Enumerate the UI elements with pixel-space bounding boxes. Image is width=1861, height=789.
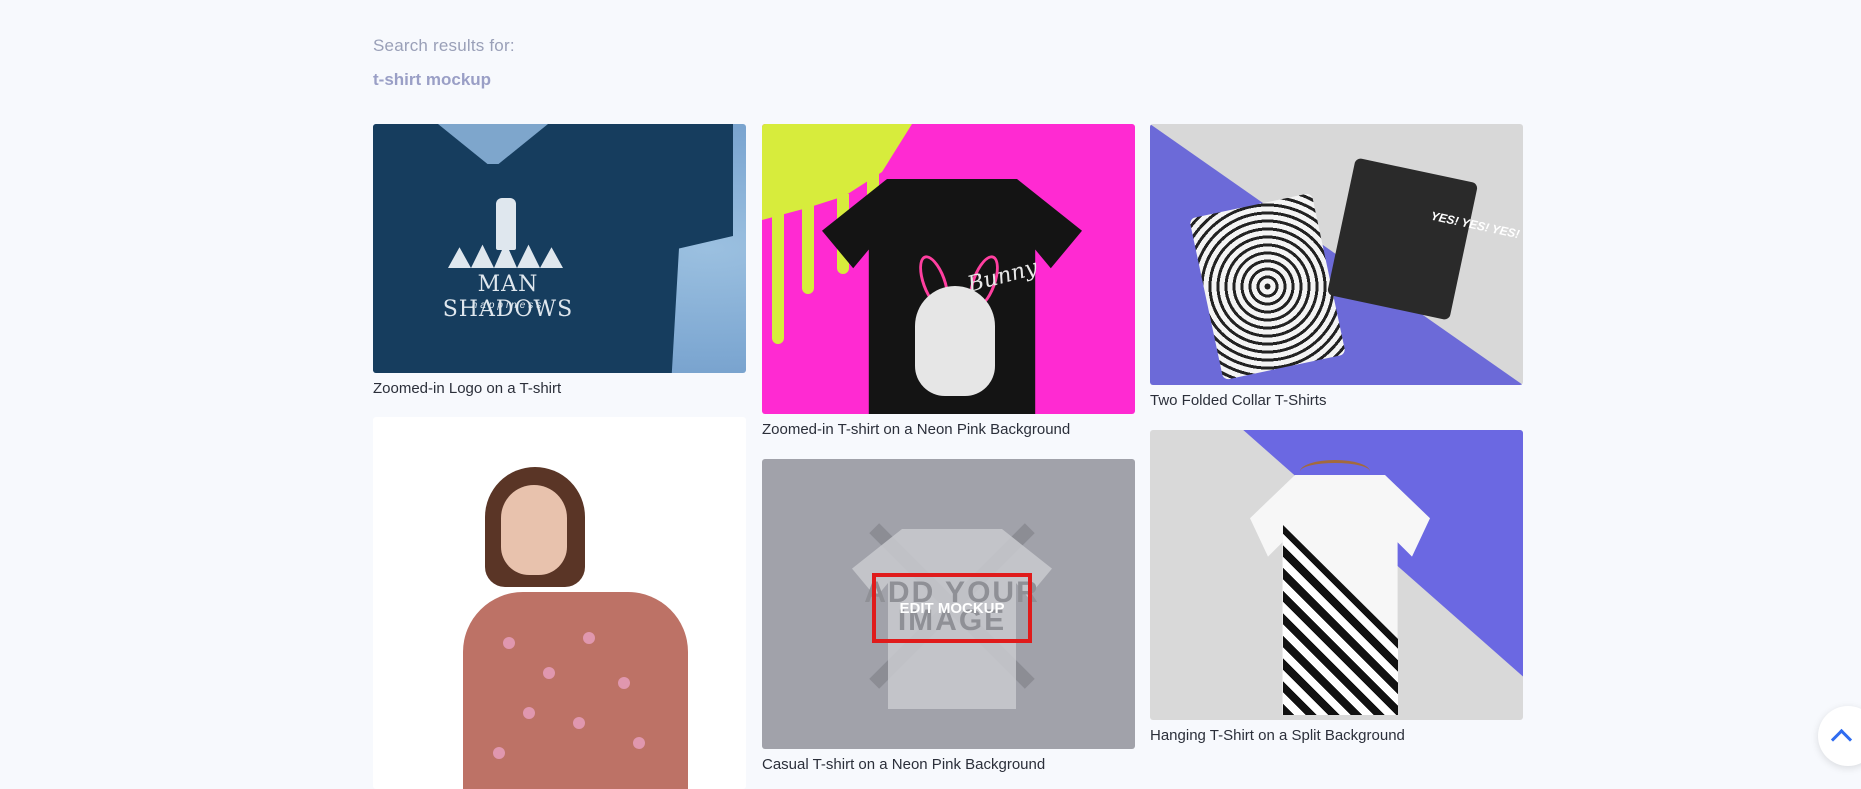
mockup-thumbnail[interactable]: ADD YOUR IMAGE EDIT MOCKUP xyxy=(762,459,1135,749)
mockup-caption[interactable]: Hanging T-Shirt on a Split Background xyxy=(1150,727,1523,744)
mockup-caption[interactable]: Zoomed-in Logo on a T-shirt xyxy=(373,380,746,397)
search-header: Search results for: t-shirt mockup xyxy=(373,36,515,90)
edit-mockup-button[interactable]: EDIT MOCKUP xyxy=(872,573,1032,643)
mockup-caption[interactable]: Casual T-shirt on a Neon Pink Background xyxy=(762,756,1135,773)
scroll-to-top-button[interactable] xyxy=(1818,706,1861,766)
shirt-print-text: MAN SHADOWS xyxy=(442,272,574,322)
search-query: t-shirt mockup xyxy=(373,70,492,89)
mockup-card[interactable]: MAN SHADOWS happiness Zoomed-in Logo on … xyxy=(373,124,746,397)
mockup-card[interactable]: Hanging T-Shirt on a Split Background xyxy=(1150,430,1523,744)
mockup-thumbnail[interactable]: Bunny xyxy=(762,124,1135,414)
mockup-card[interactable]: ADD YOUR IMAGE EDIT MOCKUP Casual T-shir… xyxy=(762,459,1135,773)
mockup-thumbnail[interactable]: YES! YES! YES! xyxy=(1150,124,1523,385)
shirt-print-subtext: happiness xyxy=(471,300,545,311)
mockup-card[interactable]: YES! YES! YES! Two Folded Collar T-Shirt… xyxy=(1150,124,1523,409)
mockup-caption[interactable]: Zoomed-in T-shirt on a Neon Pink Backgro… xyxy=(762,421,1135,438)
mockup-card[interactable]: Bunny Zoomed-in T-shirt on a Neon Pink B… xyxy=(762,124,1135,438)
mockup-thumbnail[interactable] xyxy=(373,417,746,789)
chevron-up-icon xyxy=(1830,728,1852,750)
mockup-thumbnail[interactable]: MAN SHADOWS happiness xyxy=(373,124,746,373)
mockup-card[interactable] xyxy=(373,417,746,789)
mockup-caption[interactable]: Two Folded Collar T-Shirts xyxy=(1150,392,1523,409)
results-label: Search results for: xyxy=(373,36,515,55)
mockup-thumbnail[interactable] xyxy=(1150,430,1523,720)
